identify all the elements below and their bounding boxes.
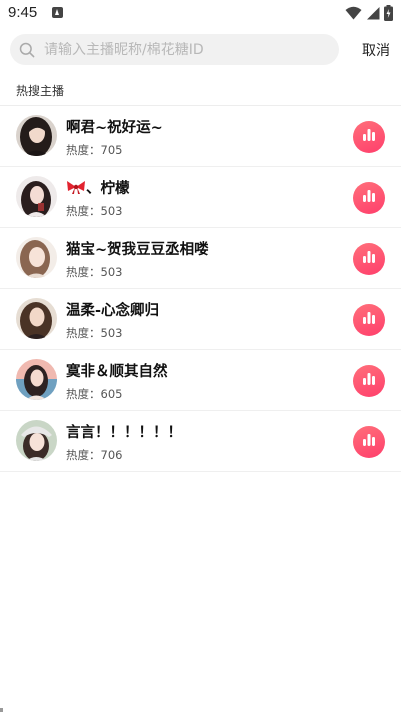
avatar[interactable] — [16, 176, 57, 217]
anchor-heat: 热度：605 — [66, 386, 122, 402]
avatar[interactable] — [16, 420, 57, 461]
section-title: 热搜主播 — [16, 84, 65, 98]
anchor-name: 言言！！！！！！ — [66, 425, 182, 441]
notification-icon — [52, 7, 63, 18]
bar-chart-icon — [361, 432, 377, 452]
list-item[interactable]: 猫宝~贺我豆豆丞相喽 热度：503 — [0, 228, 401, 289]
heat-label: 热度： — [66, 143, 101, 157]
search-box[interactable] — [10, 34, 339, 65]
heat-value: 503 — [100, 204, 123, 218]
bar-chart-icon — [361, 310, 377, 330]
search-row: 取消 — [0, 34, 401, 66]
heat-value: 503 — [100, 265, 123, 279]
avatar[interactable] — [16, 115, 57, 156]
anchor-list: 啊君~祝好运~ 热度：705 、柠檬 热度：503 猫宝~贺我豆豆丞相喽 热度：… — [0, 106, 401, 472]
rank-button[interactable] — [353, 243, 385, 275]
battery-icon — [384, 5, 393, 21]
rank-button[interactable] — [353, 304, 385, 336]
bar-chart-icon — [361, 249, 377, 269]
heat-value: 503 — [100, 326, 123, 340]
status-bar: 9:45 — [0, 0, 401, 26]
avatar[interactable] — [16, 298, 57, 339]
rank-button[interactable] — [353, 121, 385, 153]
status-time: 9:45 — [8, 4, 38, 21]
rank-button[interactable] — [353, 365, 385, 397]
heat-value: 706 — [100, 448, 123, 462]
anchor-heat: 热度：705 — [66, 142, 122, 158]
search-input[interactable] — [44, 41, 324, 58]
heat-label: 热度： — [66, 265, 101, 279]
avatar[interactable] — [16, 237, 57, 278]
list-item[interactable]: 、柠檬 热度：503 — [0, 167, 401, 228]
anchor-name: 啊君~祝好运~ — [66, 120, 163, 136]
heat-value: 605 — [100, 387, 123, 401]
anchor-heat: 热度：503 — [66, 203, 122, 219]
bar-chart-icon — [361, 371, 377, 391]
red-bow-icon — [66, 179, 86, 199]
anchor-name: 温柔-心念卿归 — [66, 303, 160, 319]
rank-button[interactable] — [353, 426, 385, 458]
anchor-name: 猫宝~贺我豆豆丞相喽 — [66, 242, 209, 258]
rank-button[interactable] — [353, 182, 385, 214]
list-item[interactable]: 啊君~祝好运~ 热度：705 — [0, 106, 401, 167]
anchor-name: 、柠檬 — [66, 177, 130, 199]
anchor-heat: 热度：503 — [66, 325, 122, 341]
heat-value: 705 — [100, 143, 123, 157]
anchor-name-text: 、柠檬 — [86, 181, 130, 197]
anchor-heat: 热度：503 — [66, 264, 122, 280]
heat-label: 热度： — [66, 204, 101, 218]
status-icons — [345, 5, 393, 21]
cancel-button[interactable]: 取消 — [362, 40, 390, 60]
search-icon — [18, 41, 36, 59]
heat-label: 热度： — [66, 326, 101, 340]
list-item[interactable]: 言言！！！！！！ 热度：706 — [0, 411, 401, 472]
heat-label: 热度： — [66, 387, 101, 401]
avatar[interactable] — [16, 359, 57, 400]
anchor-name: 寞非＆顺其自然 — [66, 364, 168, 380]
anchor-heat: 热度：706 — [66, 447, 122, 463]
bar-chart-icon — [361, 188, 377, 208]
list-item[interactable]: 寞非＆顺其自然 热度：605 — [0, 350, 401, 411]
bar-chart-icon — [361, 127, 377, 147]
search-page: 9:45 请输入主播昵称/棉花糖ID 取消 热搜主播 啊君~祝好运~ 热度：70… — [0, 0, 401, 712]
signal-icon — [366, 6, 380, 20]
edge-indicator — [0, 708, 3, 712]
wifi-icon — [345, 6, 362, 20]
list-item[interactable]: 温柔-心念卿归 热度：503 — [0, 289, 401, 350]
heat-label: 热度： — [66, 448, 101, 462]
